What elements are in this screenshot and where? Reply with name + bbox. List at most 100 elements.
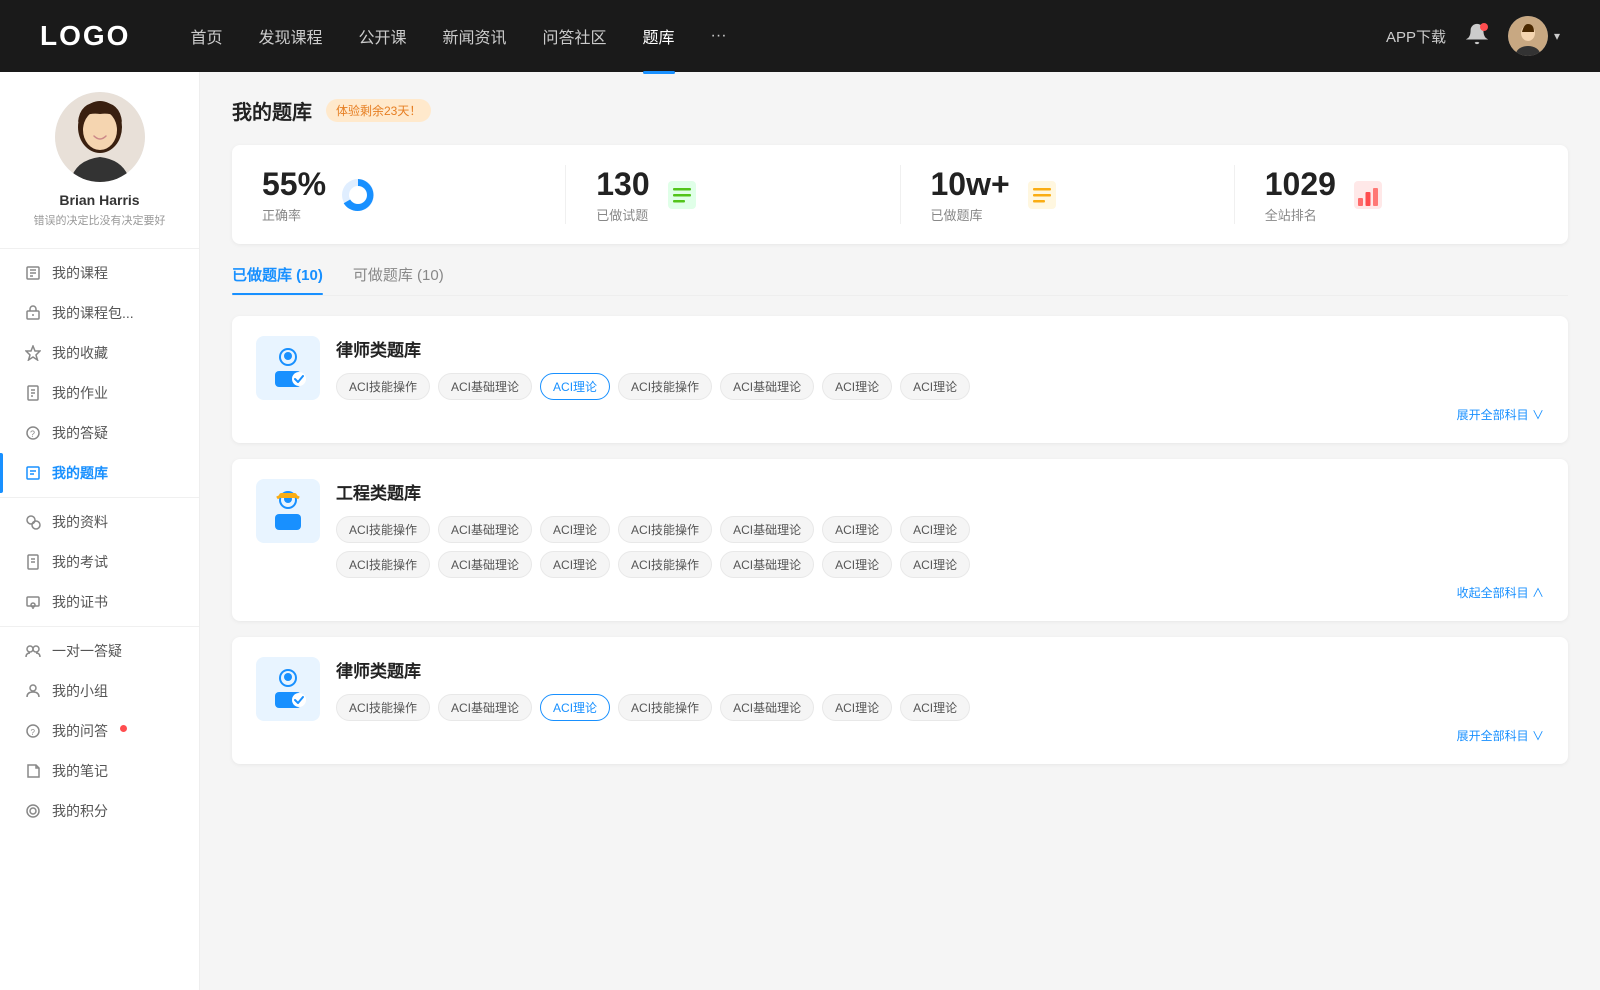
tabs-row: 已做题库 (10) 可做题库 (10) xyxy=(232,264,1568,296)
sidebar-item-homework[interactable]: 我的作业 xyxy=(0,373,199,413)
qbank-tag[interactable]: ACI基础理论 xyxy=(438,373,532,400)
sidebar-item-course[interactable]: 我的课程 xyxy=(0,253,199,293)
sidebar-divider-top xyxy=(0,248,199,249)
qbank-tag[interactable]: ACI技能操作 xyxy=(336,516,430,543)
nav-discover[interactable]: 发现课程 xyxy=(258,20,322,52)
qbank-tag[interactable]: ACI基础理论 xyxy=(438,516,532,543)
qbank-tag[interactable]: ACI理论 xyxy=(822,373,892,400)
nav-qbank[interactable]: 题库 xyxy=(643,20,675,52)
qbank-tag[interactable]: ACI理论 xyxy=(822,694,892,721)
qbank-lawyer-icon-2 xyxy=(256,657,320,721)
sidebar-item-oneone[interactable]: 一对一答疑 xyxy=(0,631,199,671)
topnav-right: APP下载 ▾ xyxy=(1386,16,1560,56)
qbank-tag[interactable]: ACI技能操作 xyxy=(336,551,430,578)
tab-available-banks[interactable]: 可做题库 (10) xyxy=(353,264,444,295)
stat-accuracy: 55% 正确率 xyxy=(232,165,566,224)
sidebar-item-favorites[interactable]: 我的收藏 xyxy=(0,333,199,373)
profile-avatar xyxy=(55,92,145,182)
sidebar-item-favorites-label: 我的收藏 xyxy=(52,343,108,363)
qbank-tag[interactable]: ACI理论 xyxy=(822,516,892,543)
stat-accuracy-label: 正确率 xyxy=(262,205,326,224)
stat-done-banks-label: 已做题库 xyxy=(931,205,1010,224)
qbank-tag[interactable]: ACI基础理论 xyxy=(720,373,814,400)
qbank-tag-active[interactable]: ACI理论 xyxy=(540,373,610,400)
sidebar-item-question[interactable]: ? 我的问答 xyxy=(0,711,199,751)
svg-text:?: ? xyxy=(30,429,35,439)
sidebar-item-note[interactable]: 我的笔记 xyxy=(0,751,199,791)
logo: LOGO xyxy=(40,20,130,52)
content-area: 我的题库 体验剩余23天！ 55% 正确率 xyxy=(200,72,1600,990)
qbank-engineer-icon xyxy=(256,479,320,543)
qbank-lawyer-1-expand[interactable]: 展开全部科目 ∨ xyxy=(256,406,1544,423)
stat-done-banks: 10w+ 已做题库 xyxy=(901,165,1235,224)
main-layout: Brian Harris 错误的决定比没有决定要好 我的课程 我的课程包... xyxy=(0,72,1600,990)
qbank-tag[interactable]: ACI技能操作 xyxy=(618,694,712,721)
qbank-card-engineer: 工程类题库 ACI技能操作 ACI基础理论 ACI理论 ACI技能操作 ACI基… xyxy=(232,459,1568,621)
stat-accuracy-value: 55% xyxy=(262,165,326,203)
sidebar-item-group[interactable]: 我的小组 xyxy=(0,671,199,711)
sidebar-item-data-label: 我的资料 xyxy=(52,512,108,532)
nav-more[interactable]: ··· xyxy=(711,23,727,49)
notification-button[interactable] xyxy=(1466,23,1488,50)
data-icon xyxy=(24,513,42,531)
sidebar-item-qa[interactable]: ? 我的答疑 xyxy=(0,413,199,453)
sidebar-item-data[interactable]: 我的资料 xyxy=(0,502,199,542)
qa-icon: ? xyxy=(24,424,42,442)
stat-done-banks-value: 10w+ xyxy=(931,165,1010,203)
stat-done-questions: 130 已做试题 xyxy=(566,165,900,224)
qbank-engineer-collapse[interactable]: 收起全部科目 ∧ xyxy=(256,584,1544,601)
sidebar-item-cert[interactable]: 我的证书 xyxy=(0,582,199,622)
qbank-tag-active[interactable]: ACI理论 xyxy=(540,694,610,721)
qbank-lawyer-2-tags: ACI技能操作 ACI基础理论 ACI理论 ACI技能操作 ACI基础理论 AC… xyxy=(336,694,1544,721)
sidebar-item-oneone-label: 一对一答疑 xyxy=(52,641,122,661)
oneone-icon xyxy=(24,642,42,660)
qbank-tag[interactable]: ACI技能操作 xyxy=(336,694,430,721)
rank-icon xyxy=(1350,177,1386,213)
qbank-tag[interactable]: ACI基础理论 xyxy=(438,551,532,578)
qbank-tag[interactable]: ACI理论 xyxy=(900,373,970,400)
sidebar-item-score[interactable]: 我的积分 xyxy=(0,791,199,831)
sidebar-item-exam-label: 我的考试 xyxy=(52,552,108,572)
package-icon xyxy=(24,304,42,322)
qbank-card-lawyer-1: 律师类题库 ACI技能操作 ACI基础理论 ACI理论 ACI技能操作 ACI基… xyxy=(232,316,1568,443)
topnav: LOGO 首页 发现课程 公开课 新闻资讯 问答社区 题库 ··· APP下载 xyxy=(0,0,1600,72)
qbank-tag[interactable]: ACI技能操作 xyxy=(336,373,430,400)
sidebar-item-exam[interactable]: 我的考试 xyxy=(0,542,199,582)
qbank-tag[interactable]: ACI理论 xyxy=(822,551,892,578)
sidebar-item-group-label: 我的小组 xyxy=(52,681,108,701)
sidebar-item-qbank[interactable]: 我的题库 xyxy=(0,453,199,493)
tab-done-banks[interactable]: 已做题库 (10) xyxy=(232,264,323,295)
sidebar-item-cert-label: 我的证书 xyxy=(52,592,108,612)
pie-icon xyxy=(340,177,376,213)
user-avatar-button[interactable]: ▾ xyxy=(1508,16,1560,56)
qbank-tag[interactable]: ACI理论 xyxy=(900,516,970,543)
nav-news[interactable]: 新闻资讯 xyxy=(443,20,507,52)
qbank-tag[interactable]: ACI理论 xyxy=(900,551,970,578)
qbank-tag[interactable]: ACI基础理论 xyxy=(438,694,532,721)
qbank-tag[interactable]: ACI基础理论 xyxy=(720,551,814,578)
nav-qa[interactable]: 问答社区 xyxy=(543,20,607,52)
qbank-lawyer-1-tags: ACI技能操作 ACI基础理论 ACI理论 ACI技能操作 ACI基础理论 AC… xyxy=(336,373,1544,400)
svg-text:?: ? xyxy=(31,728,36,737)
sidebar-item-package[interactable]: 我的课程包... xyxy=(0,293,199,333)
qbank-lawyer-2-expand[interactable]: 展开全部科目 ∨ xyxy=(256,727,1544,744)
qbank-tag[interactable]: ACI基础理论 xyxy=(720,694,814,721)
qbank-tag[interactable]: ACI理论 xyxy=(540,551,610,578)
group-icon xyxy=(24,682,42,700)
sidebar-item-question-label: 我的问答 xyxy=(52,721,108,741)
qbank-tag[interactable]: ACI技能操作 xyxy=(618,516,712,543)
note-icon xyxy=(24,762,42,780)
sidebar-divider-mid xyxy=(0,497,199,498)
app-download-button[interactable]: APP下载 xyxy=(1386,26,1446,47)
qbank-tag[interactable]: ACI技能操作 xyxy=(618,551,712,578)
nav-open-course[interactable]: 公开课 xyxy=(358,20,406,52)
nav-home[interactable]: 首页 xyxy=(190,20,222,52)
qbank-tag[interactable]: ACI基础理论 xyxy=(720,516,814,543)
profile-name: Brian Harris xyxy=(59,192,139,208)
qbank-tag[interactable]: ACI理论 xyxy=(540,516,610,543)
stat-rank-label: 全站排名 xyxy=(1265,205,1336,224)
qbank-tag[interactable]: ACI理论 xyxy=(900,694,970,721)
star-icon xyxy=(24,344,42,362)
qbank-tag[interactable]: ACI技能操作 xyxy=(618,373,712,400)
question-red-dot xyxy=(120,725,127,732)
